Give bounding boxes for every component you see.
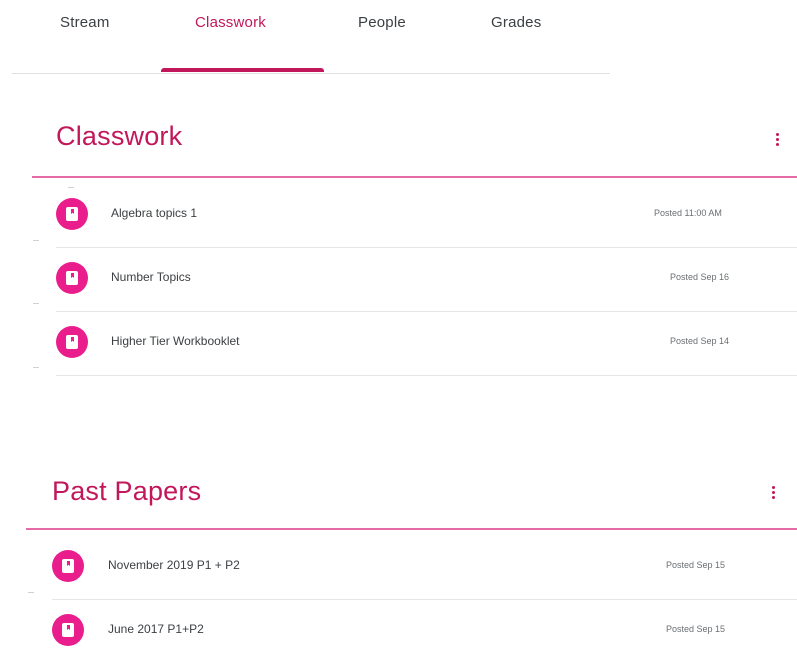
section-divider [26, 528, 797, 530]
list-item[interactable]: November 2019 P1 + P2 Posted Sep 15 [52, 536, 797, 600]
divider-tick [33, 303, 39, 304]
divider-tick [33, 240, 39, 241]
divider-tick [28, 592, 34, 593]
item-posted-date: Posted Sep 15 [666, 624, 726, 634]
more-vert-icon[interactable] [768, 483, 780, 503]
list-item[interactable]: Number Topics Posted Sep 16 [56, 248, 797, 312]
item-title: Higher Tier Workbooklet [111, 334, 240, 348]
item-posted-date: Posted 11:00 AM [654, 208, 722, 218]
section-title-classwork: Classwork [56, 121, 183, 151]
item-title: Algebra topics 1 [111, 206, 198, 220]
tab-grades[interactable]: Grades [491, 14, 541, 31]
active-tab-indicator [161, 68, 324, 72]
more-vert-icon[interactable] [772, 130, 784, 150]
material-book-icon [56, 262, 88, 294]
material-book-icon [56, 198, 88, 230]
divider-tick [33, 367, 39, 368]
class-tabs: Stream Classwork People Grades [12, 0, 610, 74]
tab-people[interactable]: People [358, 14, 406, 31]
tab-stream[interactable]: Stream [60, 14, 110, 31]
item-posted-date: Posted Sep 15 [666, 560, 726, 570]
material-book-icon [56, 326, 88, 358]
item-title: Number Topics [111, 270, 191, 284]
item-posted-date: Posted Sep 16 [670, 272, 730, 282]
item-posted-date: Posted Sep 14 [670, 336, 730, 346]
section-title-past-papers: Past Papers [52, 476, 202, 506]
material-book-icon [52, 614, 84, 646]
list-item[interactable]: Higher Tier Workbooklet Posted Sep 14 [56, 312, 797, 376]
list-item[interactable]: June 2017 P1+P2 Posted Sep 15 [52, 600, 797, 656]
list-item[interactable]: Algebra topics 1 Posted 11:00 AM [56, 184, 797, 248]
material-book-icon [52, 550, 84, 582]
item-title: November 2019 P1 + P2 [108, 558, 240, 572]
section-divider [32, 176, 797, 178]
item-title: June 2017 P1+P2 [108, 622, 204, 636]
tab-classwork[interactable]: Classwork [195, 14, 266, 31]
